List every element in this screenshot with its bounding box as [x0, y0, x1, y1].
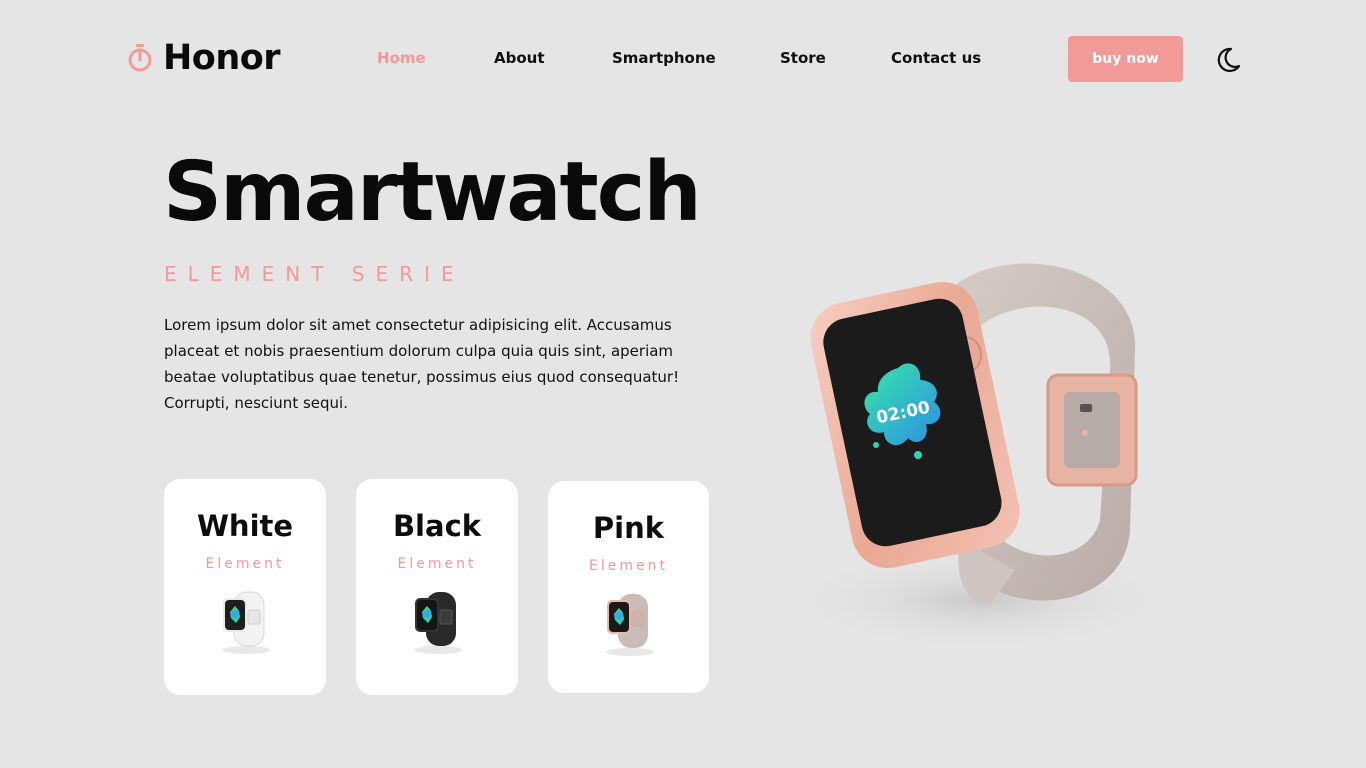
card-title: Black — [392, 509, 482, 543]
hero-subtitle: ELEMENT SERIE — [164, 262, 465, 286]
hero-description: Lorem ipsum dolor sit amet consectetur a… — [164, 316, 680, 412]
color-card-white[interactable]: White Element — [164, 479, 326, 695]
nav-item-about[interactable]: About — [494, 49, 545, 67]
nav-item-smartphone[interactable]: Smartphone — [612, 49, 716, 67]
nav-item-store[interactable]: Store — [780, 49, 826, 67]
watch-thumbnail-white — [222, 591, 270, 654]
theme-toggle-button[interactable] — [1212, 44, 1244, 76]
nav-item-contact[interactable]: Contact us — [891, 49, 981, 67]
color-card-pink[interactable]: Pink Element — [548, 481, 709, 693]
moon-icon — [1217, 47, 1241, 73]
card-title: Pink — [592, 511, 665, 545]
color-card-black[interactable]: Black Element — [356, 479, 518, 695]
card-subtitle: Element — [397, 556, 477, 572]
main-nav: Home About Smartphone Store Contact us — [0, 49, 1000, 71]
watch-thumbnail-black — [414, 592, 462, 654]
hero-title: Smartwatch — [163, 145, 702, 240]
watch-thumbnail-pink — [605, 594, 654, 656]
hero-watch-image: 02:00 — [790, 263, 1170, 650]
card-subtitle: Element — [205, 556, 285, 572]
nav-item-home[interactable]: Home — [377, 49, 426, 67]
card-title: White — [196, 509, 294, 543]
card-subtitle: Element — [589, 558, 668, 574]
buy-now-button[interactable]: buy now — [1068, 36, 1183, 82]
